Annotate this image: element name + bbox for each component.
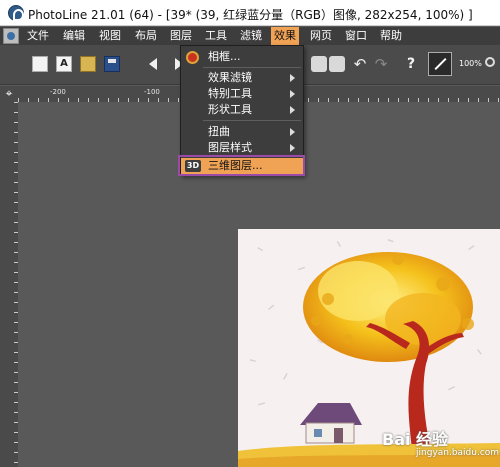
menu-item-label: 特别工具 [208,87,252,100]
menu-item-shape-tools[interactable]: 形状工具 [181,102,303,118]
undo-icon[interactable]: ↶ [352,56,368,72]
copy-icon[interactable] [311,56,327,72]
menu-bar: 文件 编辑 视图 布局 图层 工具 滤镜 效果 网页 窗口 帮助 [0,27,500,45]
zoom-label[interactable]: 100% [459,59,482,68]
menu-item-label: 扭曲 [208,125,230,138]
save-icon[interactable] [104,56,120,72]
open-folder-icon[interactable] [80,56,96,72]
menu-layout[interactable]: 布局 [132,27,160,45]
menu-item-frame[interactable]: 相框... [181,49,303,65]
menu-item-effect-filters[interactable]: 效果滤镜 [181,70,303,86]
submenu-arrow-icon [290,106,295,114]
new-text-icon[interactable]: A [56,56,72,72]
arrow-left-icon[interactable] [146,56,162,72]
new-document-icon[interactable] [32,56,48,72]
menu-view[interactable]: 视图 [96,27,124,45]
menu-help[interactable]: 帮助 [377,27,405,45]
menu-web[interactable]: 网页 [307,27,335,45]
paste-icon[interactable] [329,56,345,72]
title-bar: PhotoLine 21.01 (64) - [39* (39, 红绿蓝分量（R… [0,0,500,26]
menu-layer[interactable]: 图层 [167,27,195,45]
submenu-arrow-icon [290,128,295,136]
menu-window[interactable]: 窗口 [342,27,370,45]
menu-effects[interactable]: 效果 [271,27,299,45]
help-icon[interactable]: ? [403,56,419,72]
ruler-label: -200 [50,88,66,96]
zoom-in-icon[interactable] [485,57,495,67]
submenu-arrow-icon [290,90,295,98]
menu-item-label: 相框... [208,50,241,63]
menu-edit[interactable]: 编辑 [60,27,88,45]
ruler-origin-icon[interactable]: ⌖ [0,86,18,102]
document-image[interactable] [238,229,500,467]
menu-separator [203,120,301,121]
submenu-arrow-icon [290,74,295,82]
annotation-highlight-box [178,155,305,176]
document-icon[interactable] [3,28,19,44]
menu-separator [203,67,301,68]
menu-item-label: 形状工具 [208,103,252,116]
measure-tool-icon[interactable] [428,52,452,76]
tree-painting [238,239,500,467]
watermark-brand: Bai 经验 [382,430,449,449]
window-title: PhotoLine 21.01 (64) - [39* (39, 红绿蓝分量（R… [28,8,473,22]
frame-icon [186,51,199,64]
menu-item-special-tools[interactable]: 特别工具 [181,86,303,102]
menu-item-distort[interactable]: 扭曲 [181,124,303,140]
menu-tools[interactable]: 工具 [202,27,230,45]
menu-item-layer-styles[interactable]: 图层样式 [181,140,303,156]
menu-item-label: 效果滤镜 [208,71,252,84]
menu-filter[interactable]: 滤镜 [237,27,265,45]
redo-icon[interactable]: ↷ [373,56,389,72]
watermark-url: jingyan.baidu.com [416,448,500,458]
ruler-label: -100 [144,88,160,96]
vertical-ruler [0,102,18,467]
submenu-arrow-icon [290,144,295,152]
menu-file[interactable]: 文件 [24,27,52,45]
photoline-app-icon [8,5,24,21]
menu-item-label: 图层样式 [208,141,252,154]
